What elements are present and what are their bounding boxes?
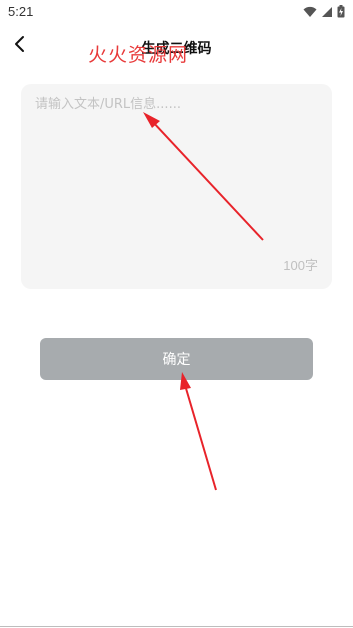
watermark-text: 火火资源网 — [88, 44, 189, 66]
status-bar: 5:21 — [0, 0, 353, 24]
arrow-annotation-button — [180, 372, 217, 491]
battery-charging-icon — [337, 3, 345, 22]
char-limit-counter: 100字 — [283, 258, 318, 273]
wifi-icon — [303, 3, 317, 22]
status-time: 5:21 — [8, 4, 34, 19]
confirm-button[interactable]: 确定 — [40, 338, 313, 380]
status-icons — [303, 3, 345, 22]
signal-icon — [321, 3, 333, 22]
bottom-divider — [0, 626, 353, 627]
text-input-card: 100字 — [21, 84, 332, 289]
